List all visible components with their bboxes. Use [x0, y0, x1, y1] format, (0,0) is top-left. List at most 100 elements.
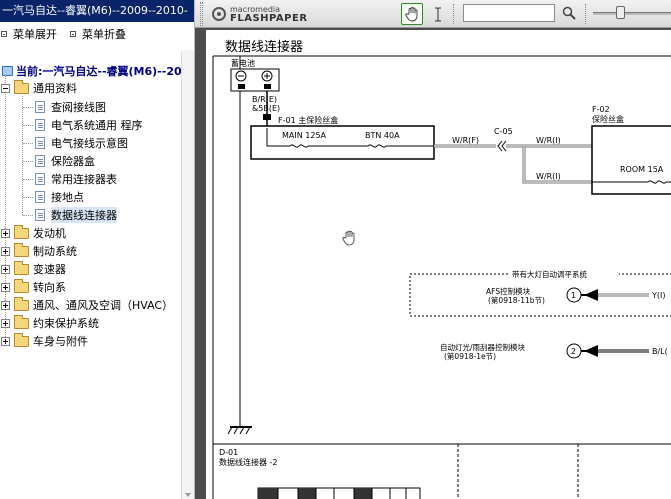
- scroll-down-icon[interactable]: [185, 493, 191, 497]
- expand-toggle-icon[interactable]: [1, 300, 10, 310]
- flashpaper-logo: macromedia FLASHPAPER: [212, 5, 308, 24]
- tree-item-label: 保险器盒: [51, 155, 95, 168]
- left-scrollbar[interactable]: [181, 50, 194, 499]
- document-page: 数据线连接器 蓄电池 B/R(E) &5B(E) F-01 主保险丝盒 MAIN…: [206, 30, 671, 499]
- tree-item-label: 接地点: [51, 191, 84, 204]
- folder-icon: [14, 332, 29, 347]
- tree-folder-label: 约束保护系统: [33, 317, 99, 330]
- hand-tool-button[interactable]: [401, 3, 423, 25]
- tree-connector: [23, 197, 33, 198]
- pin-number: 2: [571, 347, 576, 356]
- tree-item[interactable]: 电气接线示意图: [35, 134, 128, 152]
- expand-toggle-icon[interactable]: [1, 336, 10, 346]
- tree-connector: [23, 107, 33, 108]
- zoom-slider-track[interactable]: [593, 12, 671, 15]
- expand-toggle-icon[interactable]: [1, 264, 10, 274]
- zoom-slider-thumb[interactable]: [616, 6, 625, 19]
- tree-folder-transmission[interactable]: 变速器: [0, 260, 66, 278]
- folder-icon: [14, 242, 29, 257]
- expand-toggle-icon[interactable]: [1, 318, 10, 328]
- tree-connector: [23, 161, 33, 162]
- tree-folder-steering[interactable]: 转向系: [0, 278, 66, 296]
- document-icon: [35, 155, 45, 167]
- document-icon: [35, 191, 45, 203]
- viewer-toolbar: macromedia FLASHPAPER: [195, 0, 671, 28]
- expand-icon: [1, 31, 7, 37]
- left-panel-title: 一汽马自达--睿翼(M6)--2009--2010-: [0, 0, 194, 22]
- section-label: (第0918-1e节): [444, 351, 496, 361]
- menu-expand-button[interactable]: 菜单展开: [0, 26, 57, 42]
- toolbar-grip: [200, 2, 203, 26]
- folder-icon: [14, 79, 29, 94]
- module-label: AFS控制模块: [486, 286, 531, 296]
- tree-item-selected[interactable]: 数据线连接器: [35, 206, 117, 224]
- connector-pin-diagram: [257, 487, 421, 499]
- tree-item-label: 电气接线示意图: [51, 137, 128, 150]
- f01-label: F-01 主保险丝盒: [278, 115, 338, 125]
- tree-folder-restraint[interactable]: 约束保护系统: [0, 314, 99, 332]
- toolbar-separator: [453, 4, 454, 24]
- search-input[interactable]: [463, 4, 555, 22]
- tree-connector: [23, 179, 33, 180]
- wire-label: W/R(I): [536, 172, 561, 181]
- section-label: (第0918-11b节): [488, 295, 545, 305]
- battery-label: 蓄电池: [231, 58, 255, 68]
- tree-folder-label: 通风、通风及空调（HVAC）: [33, 299, 174, 312]
- tree-folder-body[interactable]: 车身与附件: [0, 332, 88, 350]
- tree-connector: [23, 215, 33, 216]
- search-button[interactable]: [560, 4, 578, 22]
- f02-label: F-02: [592, 105, 610, 114]
- menu-collapse-button[interactable]: 菜单折叠: [69, 26, 126, 42]
- hand-icon: [405, 6, 418, 21]
- tree-folder-engine[interactable]: 发动机: [0, 224, 66, 242]
- tree-folder-label: 通用资料: [33, 82, 77, 95]
- tree-item[interactable]: 保险器盒: [35, 152, 95, 170]
- wire-label: B/R(E): [252, 95, 277, 104]
- tree-folder-label: 车身与附件: [33, 335, 88, 348]
- d01-sublabel: 数据线连接器 -2: [219, 457, 278, 467]
- computer-icon: [2, 66, 13, 76]
- tree-folder-brake[interactable]: 制动系统: [0, 242, 77, 260]
- tree-folder-label: 变速器: [33, 263, 66, 276]
- tree-folder-label: 发动机: [33, 227, 66, 240]
- folder-icon: [14, 224, 29, 239]
- connector-symbol: [497, 140, 507, 152]
- tree-connector: [23, 125, 33, 126]
- macromedia-logo-icon: [212, 7, 226, 21]
- tree-item[interactable]: 电气系统通用 程序: [35, 116, 143, 134]
- tree-connector: [23, 143, 33, 144]
- collapse-toggle-icon[interactable]: [1, 83, 10, 93]
- fuse-label: BTN 40A: [365, 131, 400, 140]
- main-fuse-box: [250, 125, 435, 160]
- tree-folder-hvac[interactable]: 通风、通风及空调（HVAC）: [0, 296, 173, 314]
- fuse-label: ROOM 15A: [620, 165, 664, 174]
- collapse-icon: [70, 31, 76, 37]
- expand-toggle-icon[interactable]: [1, 282, 10, 292]
- tree-item[interactable]: 查阅接线图: [35, 98, 106, 116]
- wire-label: B/L(: [652, 347, 668, 356]
- menu-expand-label: 菜单展开: [13, 28, 57, 41]
- text-select-button[interactable]: [430, 3, 446, 25]
- wiring-diagram: 蓄电池 B/R(E) &5B(E) F-01 主保险丝盒 MAIN 125A B…: [212, 55, 671, 499]
- folder-icon: [14, 278, 29, 293]
- tree-item-label: 电气系统通用 程序: [51, 119, 143, 132]
- logo-bottom-text: FLASHPAPER: [230, 13, 308, 24]
- menu-bar: 菜单展开 菜单折叠: [0, 25, 138, 43]
- expand-toggle-icon[interactable]: [1, 246, 10, 256]
- expand-toggle-icon[interactable]: [1, 228, 10, 238]
- tree-root-current[interactable]: 当前:一汽马自达--睿翼(M6)--200: [0, 63, 189, 79]
- tree-item-label: 常用连接器表: [51, 173, 117, 186]
- app-window: 一汽马自达--睿翼(M6)--2009--2010- 菜单展开 菜单折叠 当前:…: [0, 0, 671, 499]
- tree-folder-general[interactable]: 通用资料: [0, 79, 77, 97]
- flashpaper-viewer: macromedia FLASHPAPER 数据线连接器 蓄电池 B/R(E) …: [195, 0, 671, 499]
- hand-cursor-icon: [342, 230, 355, 246]
- tree-item[interactable]: 接地点: [35, 188, 84, 206]
- document-icon: [35, 101, 45, 113]
- tree-root-label: 当前:一汽马自达--睿翼(M6)--200: [16, 65, 190, 78]
- tree-item[interactable]: 常用连接器表: [35, 170, 117, 188]
- fuse-box-f02: [591, 125, 671, 195]
- document-icon: [35, 119, 45, 131]
- module-label: 自动灯光/雨刮器控制模块: [440, 342, 526, 352]
- connector-label: C-05: [494, 127, 513, 136]
- tree-item-label: 查阅接线图: [51, 101, 106, 114]
